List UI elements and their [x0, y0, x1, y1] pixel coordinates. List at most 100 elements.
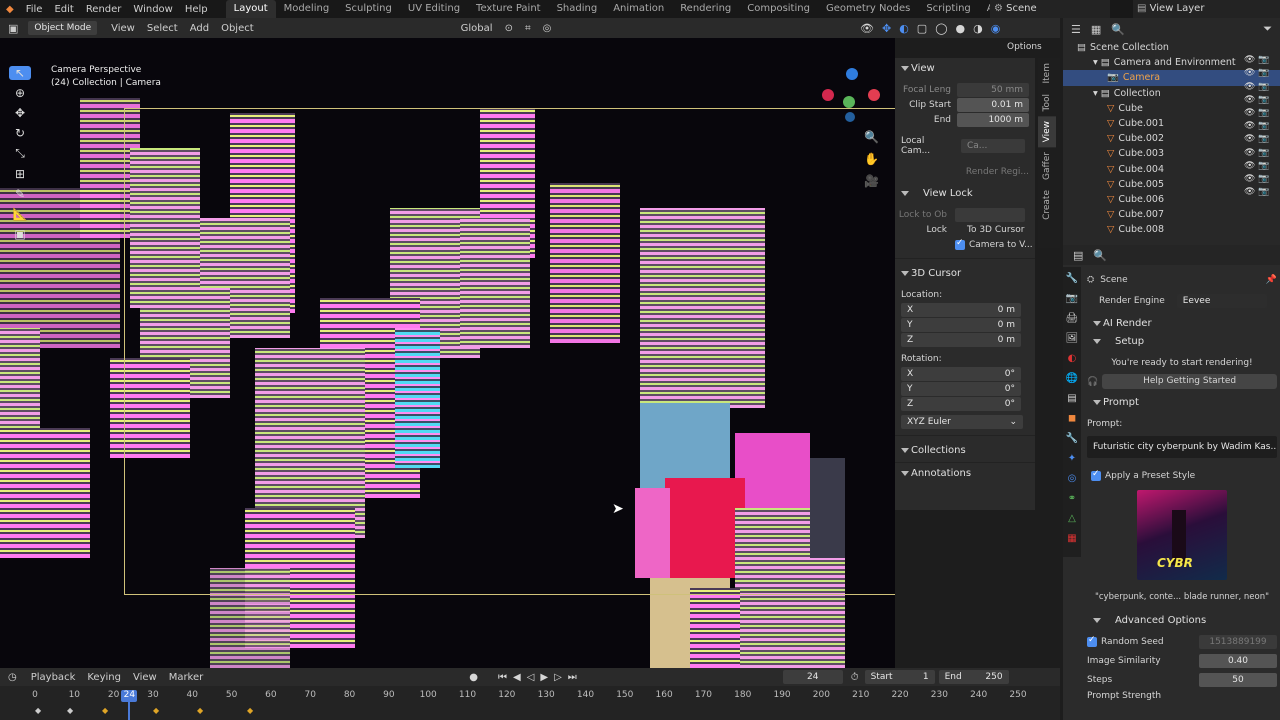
annotate-tool-icon[interactable]: ✎ — [15, 187, 25, 201]
cursor-location-x[interactable]: X 0 m — [901, 302, 1021, 317]
outliner-type-icon[interactable]: ☰ — [1071, 23, 1081, 36]
measure-tool-icon[interactable]: 📐 — [13, 207, 28, 221]
transform-orientation-dropdown[interactable]: Global — [455, 23, 499, 34]
tab-item[interactable]: Item — [1038, 58, 1056, 89]
editor-type-icon[interactable]: ▣ — [8, 22, 18, 35]
render-icon[interactable]: 📷 — [1066, 293, 1078, 304]
seed-field[interactable]: 1513889199 — [1199, 634, 1277, 649]
collections-section-header[interactable]: Collections — [895, 442, 1035, 460]
select-tool-icon[interactable]: ↖ — [9, 66, 31, 80]
menu-help[interactable]: Help — [179, 4, 214, 15]
pivot-icon[interactable]: ⊙ — [499, 23, 519, 34]
snap-icon[interactable]: ⌗ — [519, 23, 537, 34]
rotation-mode-dropdown[interactable]: XYZ Euler ⌄ — [901, 414, 1023, 429]
annotations-section-header[interactable]: Annotations — [895, 465, 1035, 483]
ai-render-section-header[interactable]: AI Render — [1087, 315, 1277, 333]
advanced-options-header[interactable]: Advanced Options — [1087, 612, 1277, 630]
eye-icon[interactable]: 👁 📷 — [1244, 174, 1274, 184]
tab-gaffer[interactable]: Gaffer — [1038, 147, 1056, 185]
keyframe-icon[interactable]: ◆ — [67, 706, 73, 715]
visibility-icon[interactable]: 👁 — [860, 22, 874, 35]
physics-icon[interactable]: ◎ — [1068, 473, 1077, 484]
tab-geometry-nodes[interactable]: Geometry Nodes — [818, 0, 918, 18]
header-menu-add[interactable]: Add — [184, 23, 215, 34]
cursor-rotation-x[interactable]: X 0° — [901, 366, 1021, 381]
cursor-location-y[interactable]: Y 0 m — [901, 317, 1021, 332]
eye-icon[interactable]: 👁 📷 — [1244, 82, 1274, 92]
help-getting-started-button[interactable]: Help Getting Started — [1102, 374, 1277, 389]
menu-file[interactable]: File — [20, 4, 49, 15]
view-lock-section-header[interactable]: View Lock — [895, 185, 1035, 203]
keyframe-icon[interactable]: ◆ — [35, 706, 41, 715]
blender-logo-icon[interactable]: ◆ — [0, 4, 20, 15]
eye-icon[interactable] — [1244, 42, 1274, 52]
setup-section-header[interactable]: Setup — [1087, 333, 1277, 351]
prompt-section-header[interactable]: Prompt — [1087, 394, 1277, 412]
solid-shading-icon[interactable]: ● — [956, 22, 966, 35]
tab-create[interactable]: Create — [1038, 185, 1056, 225]
scale-tool-icon[interactable]: ⤡ — [15, 146, 25, 161]
xray-icon[interactable]: ▢ — [917, 22, 927, 35]
eye-icon[interactable]: 👁 📷 — [1244, 148, 1274, 158]
cursor-rotation-y[interactable]: Y 0° — [901, 381, 1021, 396]
preset-style-thumbnail[interactable]: CYBR — [1137, 490, 1227, 580]
eye-icon[interactable]: 👁 📷 — [1244, 95, 1274, 105]
apply-preset-checkbox[interactable] — [1091, 469, 1101, 481]
scene-selector[interactable]: ⚙ Scene — [990, 0, 1110, 18]
eye-icon[interactable]: 👁 📷 — [1244, 134, 1274, 144]
tab-texture-paint[interactable]: Texture Paint — [468, 0, 549, 18]
keyframe-icon[interactable]: ◆ — [197, 706, 203, 715]
rendered-shading-icon[interactable]: ◉ — [991, 22, 1001, 35]
header-menu-view[interactable]: View — [105, 23, 141, 34]
local-camera-field[interactable]: Ca... — [961, 138, 1025, 153]
wireframe-shading-icon[interactable]: ◯ — [935, 22, 947, 35]
focal-length-field[interactable]: 50 mm — [957, 82, 1029, 97]
tab-animation[interactable]: Animation — [605, 0, 672, 18]
particles-icon[interactable]: ✦ — [1068, 453, 1076, 464]
scene-icon[interactable]: ◐ — [1068, 353, 1077, 364]
header-menu-select[interactable]: Select — [141, 23, 184, 34]
image-similarity-field[interactable]: 0.40 — [1199, 653, 1277, 668]
options-dropdown[interactable]: Options — [1007, 42, 1042, 52]
lock-to-object-field[interactable] — [955, 207, 1025, 222]
world-icon[interactable]: 🌐 — [1066, 373, 1078, 384]
move-tool-icon[interactable]: ✥ — [15, 106, 25, 120]
outliner-row[interactable]: ▽ Cube.008 — [1063, 222, 1280, 237]
tab-modeling[interactable]: Modeling — [276, 0, 338, 18]
eye-icon[interactable]: 👁 📷 — [1244, 55, 1274, 65]
cursor-location-z[interactable]: Z 0 m — [901, 332, 1021, 347]
outliner-row[interactable]: ▽ Cube.007 — [1063, 207, 1280, 222]
pin-icon[interactable]: 📌 — [1266, 275, 1277, 285]
output-icon[interactable]: 🖨 — [1066, 313, 1079, 324]
tab-scripting[interactable]: Scripting — [918, 0, 978, 18]
rotate-tool-icon[interactable]: ↻ — [15, 126, 25, 140]
eye-icon[interactable]: 👁 📷 — [1244, 108, 1274, 118]
view-section-header[interactable]: View — [895, 60, 1035, 78]
to-3d-cursor-checkbox[interactable]: To 3D Cursor — [967, 225, 1024, 235]
constraints-icon[interactable]: ⚭ — [1068, 493, 1076, 504]
cursor-tool-icon[interactable]: ⊕ — [15, 86, 25, 100]
render-region-checkbox[interactable]: Render Regi... — [895, 164, 1035, 179]
mode-dropdown[interactable]: Object Mode — [28, 21, 98, 35]
view-layer-selector[interactable]: ▤ View Layer — [1133, 0, 1280, 18]
tab-tool[interactable]: Tool — [1038, 89, 1056, 116]
overlay-icon[interactable]: ◐ — [899, 22, 909, 35]
menu-edit[interactable]: Edit — [48, 4, 79, 15]
collection-icon[interactable]: ▤ — [1067, 393, 1076, 404]
add-cube-tool-icon[interactable]: ▣ — [14, 227, 25, 241]
menu-window[interactable]: Window — [127, 4, 178, 15]
modifier-icon[interactable]: 🔧 — [1066, 433, 1078, 444]
eye-icon[interactable]: 👁 📷 — [1244, 187, 1274, 197]
pan-hand-icon[interactable]: ✋ — [864, 152, 879, 166]
object-icon[interactable]: ◼ — [1068, 413, 1076, 424]
random-seed-checkbox[interactable] — [1087, 635, 1097, 647]
properties-type-icon[interactable]: ▤ — [1073, 249, 1083, 262]
header-menu-object[interactable]: Object — [215, 23, 260, 34]
search-icon[interactable]: 🔍 — [1111, 23, 1125, 36]
render-engine-dropdown[interactable]: Eevee — [1176, 294, 1267, 308]
prompt-input[interactable]: Futuristic city cyberpunk by Wadim Kas..… — [1087, 436, 1277, 458]
search-icon[interactable]: 🔍 — [1093, 249, 1107, 262]
material-shading-icon[interactable]: ◑ — [973, 22, 983, 35]
proportional-icon[interactable]: ◎ — [537, 23, 558, 34]
tool-icon[interactable]: 🔧 — [1066, 273, 1078, 284]
